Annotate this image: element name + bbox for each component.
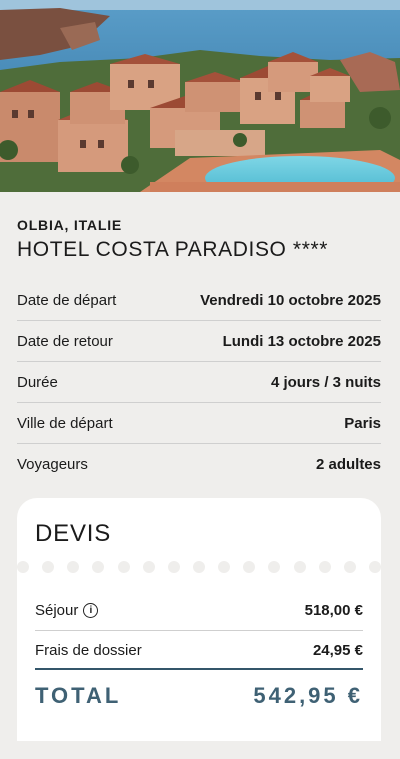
- total-value: 542,95 €: [253, 683, 363, 708]
- quote-line-fees: Frais de dossier 24,95 €: [35, 632, 363, 668]
- detail-row-return-date: Date de retour Lundi 13 octobre 2025: [17, 321, 381, 362]
- quote-card: DEVIS Séjour i 518,00 € Frais de dossier …: [17, 498, 381, 741]
- detail-value: 2 adultes: [315, 455, 381, 473]
- quote-title: DEVIS: [35, 520, 112, 547]
- quote-line-stay: Séjour i 518,00 €: [35, 592, 363, 628]
- detail-value: Paris: [344, 414, 381, 432]
- detail-row-departure-city: Ville de départ Paris: [17, 403, 381, 444]
- ticket-perforation: [17, 561, 381, 575]
- hotel-name: HOTEL COSTA PARADISO ****: [17, 238, 329, 261]
- detail-label: Durée: [17, 373, 58, 391]
- detail-value: Vendredi 10 octobre 2025: [200, 291, 381, 309]
- quote-line-label: Frais de dossier: [35, 641, 142, 659]
- quote-divider: [35, 630, 363, 631]
- detail-row-duration: Durée 4 jours / 3 nuits: [17, 362, 381, 403]
- detail-label: Ville de départ: [17, 414, 113, 432]
- info-icon[interactable]: i: [83, 603, 99, 619]
- quote-line-value: 24,95 €: [312, 641, 363, 659]
- quote-total: TOTAL 542,95 €: [35, 678, 363, 714]
- total-label: TOTAL: [35, 683, 122, 708]
- quote-line-label: Séjour: [35, 601, 79, 619]
- detail-value: Lundi 13 octobre 2025: [222, 332, 381, 350]
- detail-row-departure-date: Date de départ Vendredi 10 octobre 2025: [17, 280, 381, 321]
- detail-label: Voyageurs: [17, 455, 88, 473]
- hotel-photo: [0, 0, 400, 192]
- quote-line-value: 518,00 €: [304, 601, 363, 619]
- detail-value: 4 jours / 3 nuits: [270, 373, 381, 391]
- total-divider: [35, 668, 363, 670]
- detail-label: Date de départ: [17, 291, 117, 309]
- trip-details: Date de départ Vendredi 10 octobre 2025 …: [17, 280, 381, 484]
- detail-row-travellers: Voyageurs 2 adultes: [17, 444, 381, 484]
- destination-location: OLBIA, ITALIE: [17, 217, 123, 233]
- detail-label: Date de retour: [17, 332, 113, 350]
